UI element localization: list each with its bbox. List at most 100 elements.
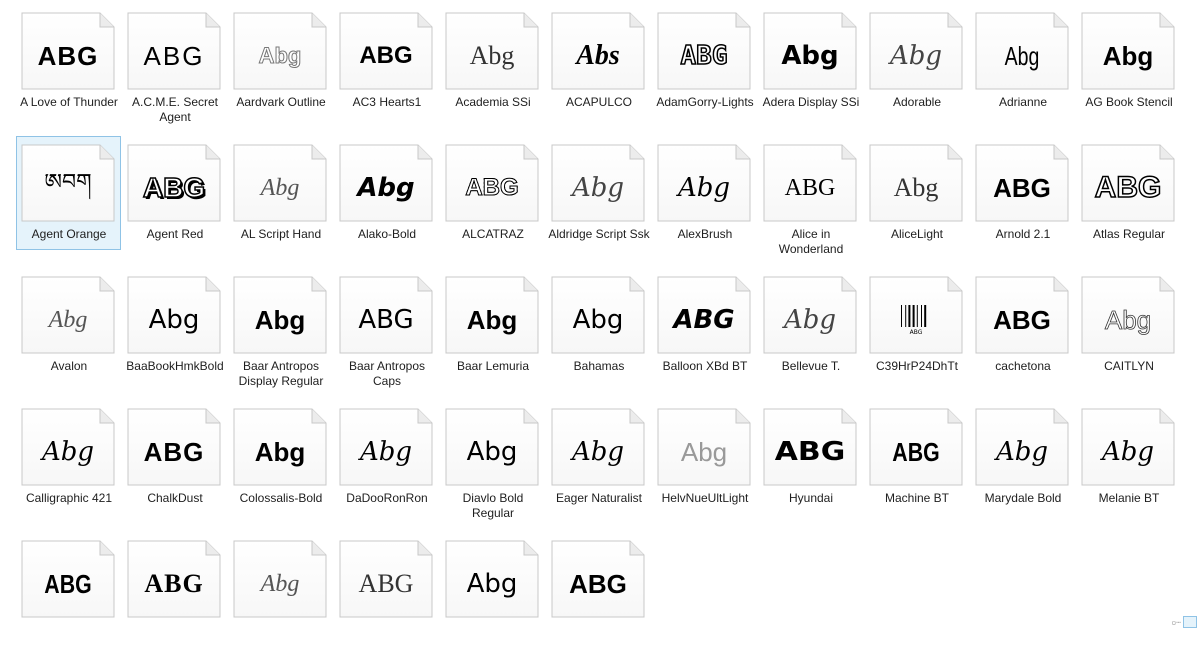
font-file-item[interactable]: AbgAcademia SSi — [440, 4, 545, 118]
font-file-item[interactable]: ABG — [546, 532, 651, 646]
font-file-name: AL Script Hand — [229, 227, 333, 242]
font-file-item[interactable]: ABGcachetona — [970, 268, 1075, 382]
font-file-name: Baar Antropos Caps — [335, 359, 439, 389]
font-file-name: Baar Antropos Display Regular — [229, 359, 333, 389]
font-sample-text: ABG — [127, 154, 221, 222]
font-preview-thumbnail: ABG — [657, 12, 751, 90]
font-preview-thumbnail: ABG — [339, 12, 433, 90]
font-file-item[interactable]: AbgColossalis-Bold — [228, 400, 333, 514]
barcode-caption: ABG — [910, 329, 923, 335]
view-options-icon[interactable]: ▫┄ — [1171, 618, 1181, 627]
font-file-item[interactable]: Abg AL Script Hand — [228, 136, 333, 250]
font-preview-thumbnail: ABG — [869, 276, 963, 354]
font-file-item[interactable]: ABGAgent Red — [122, 136, 227, 250]
font-file-item[interactable]: AbgEager Naturalist — [546, 400, 651, 514]
font-file-item[interactable]: ABGBalloon XBd BT — [652, 268, 757, 382]
font-preview-thumbnail: Abg — [233, 144, 327, 222]
font-file-item[interactable]: ABG — [334, 532, 439, 646]
font-file-item[interactable]: ABGALCATRAZ — [440, 136, 545, 250]
font-file-name: Calligraphic 421 — [17, 491, 121, 506]
font-sample-text: Abg — [233, 286, 327, 354]
font-file-item[interactable]: Abg — [440, 532, 545, 646]
font-file-item[interactable]: AbgBaar Antropos Display Regular — [228, 268, 333, 382]
font-file-item[interactable]: ABG — [122, 532, 227, 646]
font-file-item[interactable]: AbgAliceLight — [864, 136, 969, 250]
font-file-item[interactable]: ABGAlice in Wonderland — [758, 136, 863, 250]
resize-grip-icon[interactable] — [1183, 616, 1197, 628]
font-file-name: cachetona — [971, 359, 1075, 374]
font-file-item[interactable]: AbgMelanie BT — [1076, 400, 1181, 514]
font-file-grid: ABGA Love of Thunder ABGA.C.M.E. Secret … — [16, 4, 1182, 628]
font-preview-thumbnail: ABG — [127, 408, 221, 486]
font-file-name: AC3 Hearts1 — [335, 95, 439, 110]
font-file-item[interactable]: AbgBaaBookHmkBold — [122, 268, 227, 382]
font-file-item[interactable]: Abg — [228, 532, 333, 646]
font-file-item[interactable]: ABGC39HrP24DhTt — [864, 268, 969, 382]
font-file-item[interactable]: ABG Arnold 2.1 — [970, 136, 1075, 250]
font-file-item[interactable]: ABG AdamGorry-Lights — [652, 4, 757, 118]
font-file-item[interactable]: ABGA.C.M.E. Secret Agent — [122, 4, 227, 118]
font-file-item[interactable]: ABG AC3 Hearts1 — [334, 4, 439, 118]
font-file-name: Arnold 2.1 — [971, 227, 1075, 242]
font-file-item[interactable]: AbgCAITLYN — [1076, 268, 1181, 382]
font-file-name: AdamGorry-Lights — [653, 95, 757, 110]
font-file-item[interactable]: ABGHyundai — [758, 400, 863, 514]
font-file-item[interactable]: AbgAdrianne — [970, 4, 1075, 118]
font-preview-thumbnail: Abg — [869, 144, 963, 222]
font-file-item[interactable]: AbgAlexBrush — [652, 136, 757, 250]
font-file-item[interactable]: AbgDaDooRonRon — [334, 400, 439, 514]
font-preview-thumbnail: Abg — [339, 144, 433, 222]
font-file-item[interactable]: AbgAldridge Script Ssk — [546, 136, 651, 250]
font-file-item[interactable]: AbgAdorable — [864, 4, 969, 118]
font-file-item[interactable]: AbgHelvNueUltLight — [652, 400, 757, 514]
font-file-item[interactable]: AbsACAPULCO — [546, 4, 651, 118]
font-sample-text: ABG — [445, 154, 539, 222]
font-preview-thumbnail: Abg — [233, 276, 327, 354]
font-file-name: AlexBrush — [653, 227, 757, 242]
font-file-item[interactable]: Abg Bellevue T. — [758, 268, 863, 382]
font-file-item[interactable]: ABGA Love of Thunder — [16, 4, 121, 118]
font-file-item[interactable]: ABGChalkDust — [122, 400, 227, 514]
font-file-name: Hyundai — [759, 491, 863, 506]
status-corner: ▫┄ — [1161, 616, 1197, 628]
font-file-item[interactable]: AbgBaar Lemuria — [440, 268, 545, 382]
font-file-item[interactable]: ཨབགAgent Orange — [16, 136, 121, 250]
font-file-item[interactable]: ABGMachine BT — [864, 400, 969, 514]
font-file-item[interactable]: AbgAardvark Outline — [228, 4, 333, 118]
font-sample-text: Abg — [763, 286, 857, 354]
font-file-name: Bellevue T. — [759, 359, 863, 374]
font-preview-thumbnail: Abg — [763, 276, 857, 354]
font-file-item[interactable]: AbgAvalon — [16, 268, 121, 382]
font-preview-thumbnail: ABG — [1081, 144, 1175, 222]
font-preview-thumbnail: Abg — [21, 276, 115, 354]
font-file-item[interactable]: AbgMarydale Bold — [970, 400, 1075, 514]
font-file-item[interactable]: ABGAtlas Regular — [1076, 136, 1181, 250]
font-sample-text: ABG — [339, 286, 433, 354]
font-sample-text: Abg — [233, 154, 327, 222]
font-sample-text: Abg — [21, 418, 115, 486]
font-file-item[interactable]: AbgBahamas — [546, 268, 651, 382]
font-file-name: Balloon XBd BT — [653, 359, 757, 374]
font-sample-text: Abg — [21, 286, 115, 354]
font-file-name: Aldridge Script Ssk — [547, 227, 651, 242]
font-preview-thumbnail: Abg — [763, 12, 857, 90]
font-file-item[interactable]: AbgAlako-Bold — [334, 136, 439, 250]
font-file-item[interactable]: AbgDiavlo Bold Regular — [440, 400, 545, 514]
font-preview-thumbnail: ABG — [445, 144, 539, 222]
font-sample-text: Abg — [763, 22, 857, 90]
font-file-name: BaaBookHmkBold — [123, 359, 227, 374]
font-file-item[interactable]: Abg Calligraphic 421 — [16, 400, 121, 514]
font-file-item[interactable]: Abg AG Book Stencil — [1076, 4, 1181, 118]
font-sample-text: Abg — [445, 418, 539, 486]
font-sample-text: ABG — [975, 154, 1069, 222]
font-preview-thumbnail: ABG — [127, 144, 221, 222]
font-sample-text: Abg — [339, 154, 433, 222]
font-preview-thumbnail: Abg — [1081, 12, 1175, 90]
font-preview-thumbnail: Abg — [339, 408, 433, 486]
font-sample-text: Abg — [445, 550, 539, 618]
font-file-name: Alice in Wonderland — [759, 227, 863, 257]
font-file-item[interactable]: ABGBaar Antropos Caps — [334, 268, 439, 382]
font-file-item[interactable]: AbgAdera Display SSi — [758, 4, 863, 118]
font-file-item[interactable]: ABG — [16, 532, 121, 646]
font-file-name: AG Book Stencil — [1077, 95, 1181, 110]
